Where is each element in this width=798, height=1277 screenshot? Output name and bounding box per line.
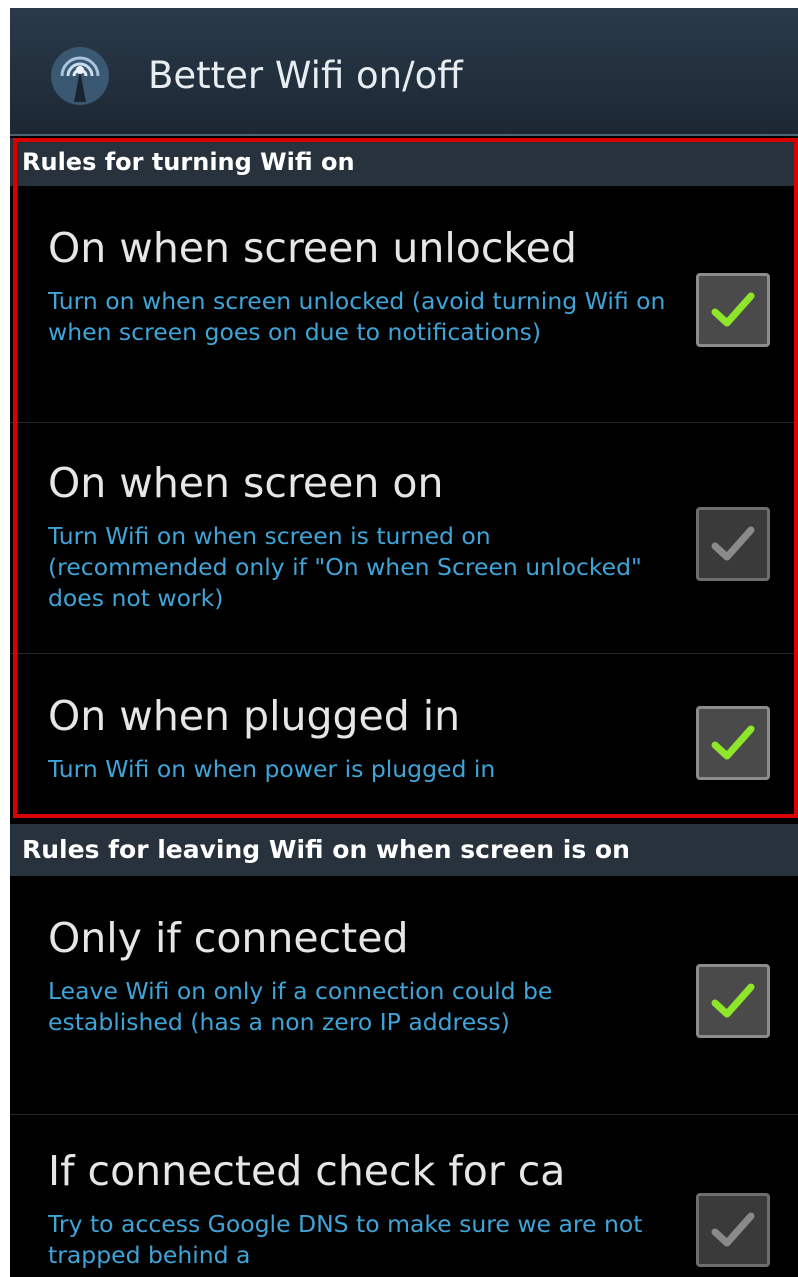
checkmark-icon bbox=[711, 292, 755, 327]
pref-title: On when screen unlocked bbox=[48, 224, 577, 272]
checkmark-icon bbox=[711, 1212, 755, 1247]
pref-checkbox[interactable] bbox=[696, 507, 770, 581]
pref-only-if-connected[interactable]: Only if connected Leave Wifi on only if … bbox=[10, 876, 798, 1114]
pref-summary: Leave Wifi on only if a connection could… bbox=[48, 977, 553, 1036]
pref-on-when-screen-on[interactable]: On when screen on Turn Wifi on when scre… bbox=[10, 423, 798, 653]
checkmark-icon bbox=[711, 725, 755, 760]
pref-check-captive-portal[interactable]: If connected check for ca Try to access … bbox=[10, 1115, 798, 1277]
pref-checkbox[interactable] bbox=[696, 964, 770, 1038]
screen: Better Wifi on/off Rules for turning Wif… bbox=[10, 8, 798, 1277]
pref-summary: Turn Wifi on when screen is turned on (r… bbox=[48, 522, 642, 612]
pref-on-when-unlocked[interactable]: On when screen unlocked Turn on when scr… bbox=[10, 186, 798, 422]
pref-title: If connected check for ca bbox=[48, 1147, 566, 1195]
checkmark-icon bbox=[711, 983, 755, 1018]
section-header-turning-on: Rules for turning Wifi on bbox=[10, 138, 798, 186]
pref-checkbox[interactable] bbox=[696, 706, 770, 780]
pref-summary: Try to access Google DNS to make sure we… bbox=[48, 1210, 643, 1269]
pref-checkbox[interactable] bbox=[696, 273, 770, 347]
section-header-leaving-on: Rules for leaving Wifi on when screen is… bbox=[10, 824, 798, 876]
wifi-antenna-icon[interactable] bbox=[50, 46, 110, 106]
pref-summary: Turn Wifi on when power is plugged in bbox=[48, 755, 496, 783]
pref-title: On when plugged in bbox=[48, 692, 461, 740]
pref-title: Only if connected bbox=[48, 914, 409, 962]
app-title: Better Wifi on/off bbox=[148, 54, 463, 97]
checkmark-icon bbox=[711, 526, 755, 561]
pref-title: On when screen on bbox=[48, 459, 444, 507]
pref-checkbox[interactable] bbox=[696, 1193, 770, 1267]
pref-summary: Turn on when screen unlocked (avoid turn… bbox=[48, 287, 666, 346]
pref-on-when-plugged-in[interactable]: On when plugged in Turn Wifi on when pow… bbox=[10, 654, 798, 814]
action-bar: Better Wifi on/off bbox=[10, 8, 798, 136]
